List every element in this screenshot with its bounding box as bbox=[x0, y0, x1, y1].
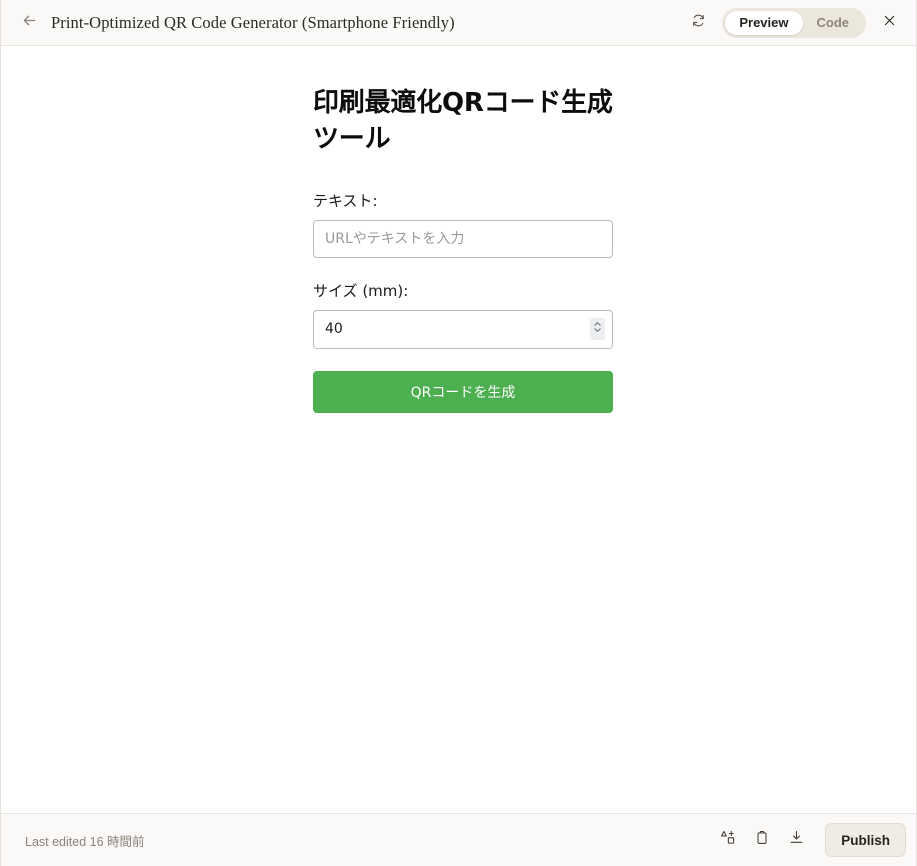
app-window: Print-Optimized QR Code Generator (Smart… bbox=[0, 0, 917, 866]
size-field-group: サイズ (mm): bbox=[313, 280, 613, 349]
view-mode-toggle[interactable]: Preview Code bbox=[722, 7, 866, 38]
text-field-label: テキスト: bbox=[313, 191, 378, 210]
tab-code[interactable]: Code bbox=[803, 11, 864, 35]
close-button[interactable] bbox=[874, 8, 904, 38]
clipboard-icon bbox=[754, 830, 770, 851]
generate-qr-button[interactable]: QRコードを生成 bbox=[313, 370, 613, 413]
arrow-left-icon bbox=[21, 12, 38, 34]
text-field-group: テキスト: bbox=[313, 190, 613, 258]
last-edited-status: Last edited 16 時間前 bbox=[25, 834, 145, 849]
publish-button[interactable]: Publish bbox=[825, 823, 906, 857]
bottom-bar: Last edited 16 時間前 Publish bbox=[1, 813, 916, 866]
size-input[interactable] bbox=[313, 309, 613, 349]
refresh-button[interactable] bbox=[684, 9, 712, 37]
add-shape-icon bbox=[720, 829, 737, 851]
add-shape-button[interactable] bbox=[713, 825, 743, 855]
window-title: Print-Optimized QR Code Generator (Smart… bbox=[51, 12, 455, 32]
size-stepper[interactable] bbox=[590, 318, 605, 341]
refresh-icon bbox=[691, 13, 706, 33]
size-input-wrapper bbox=[313, 309, 613, 349]
download-icon bbox=[788, 829, 805, 851]
size-field-label: サイズ (mm): bbox=[313, 281, 409, 300]
spinner-up-down-icon bbox=[593, 320, 602, 339]
preview-content-area: 印刷最適化QRコード生成ツール テキスト: サイズ (mm): bbox=[1, 46, 916, 813]
copy-button[interactable] bbox=[747, 825, 777, 855]
qr-generator-form: 印刷最適化QRコード生成ツール テキスト: サイズ (mm): bbox=[313, 86, 613, 413]
download-button[interactable] bbox=[781, 825, 811, 855]
preview-page: 印刷最適化QRコード生成ツール テキスト: サイズ (mm): bbox=[1, 46, 916, 413]
top-bar: Print-Optimized QR Code Generator (Smart… bbox=[1, 0, 916, 46]
page-title: 印刷最適化QRコード生成ツール bbox=[313, 88, 613, 154]
tab-preview[interactable]: Preview bbox=[725, 10, 803, 35]
back-button[interactable] bbox=[15, 9, 43, 37]
text-input[interactable] bbox=[313, 219, 613, 258]
close-icon bbox=[882, 13, 897, 33]
